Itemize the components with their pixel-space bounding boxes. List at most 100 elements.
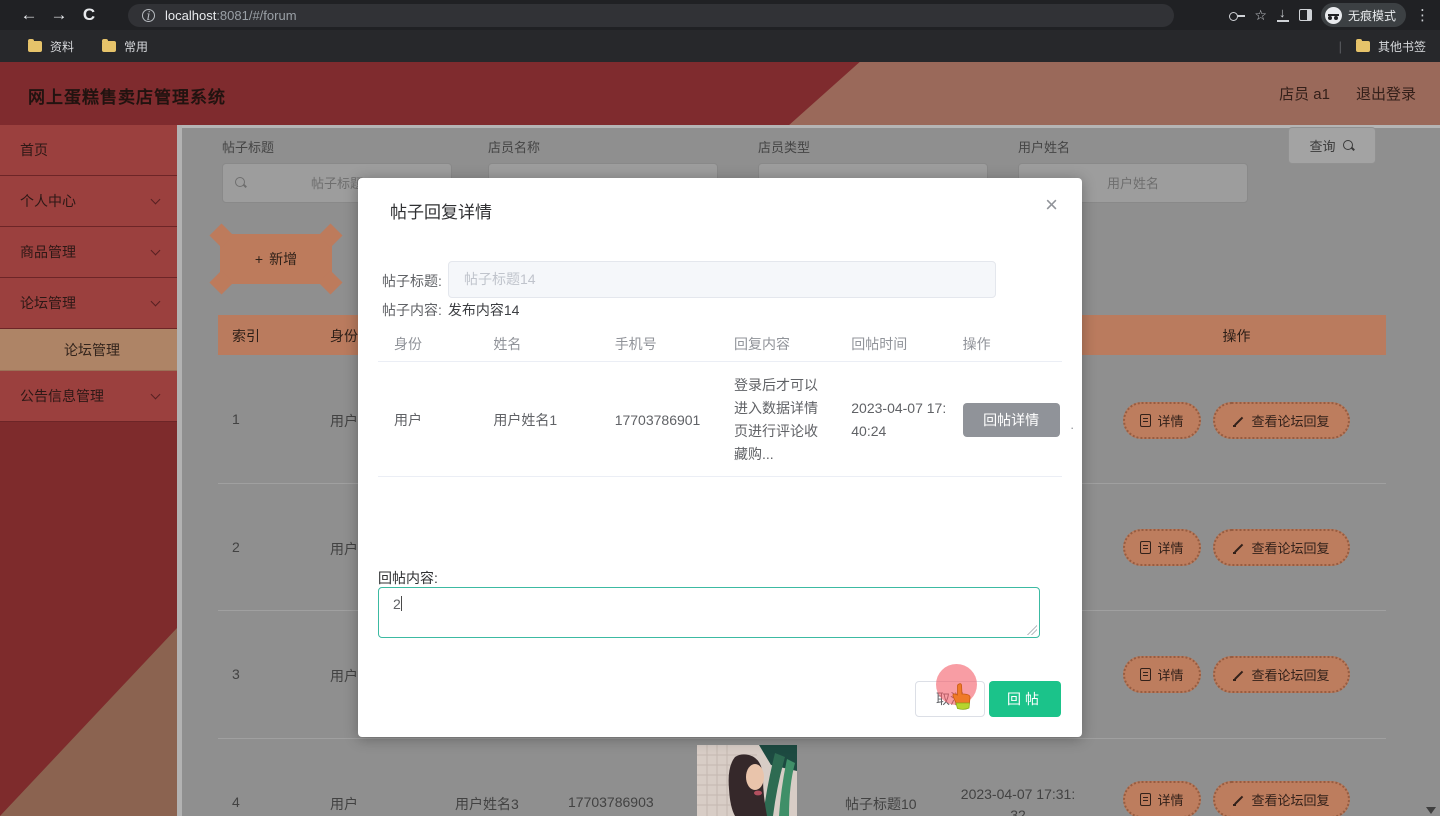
add-button-corner	[318, 223, 342, 247]
view-forum-reply-button[interactable]: 查看论坛回复	[1213, 656, 1350, 693]
detail-button-label: 详情	[1157, 538, 1183, 557]
password-key-icon[interactable]	[1229, 11, 1245, 19]
plus-icon: +	[255, 251, 263, 267]
sidebar-subitem-forum-mgmt-active[interactable]: 论坛管理	[0, 329, 177, 371]
view-forum-reply-button[interactable]: 查看论坛回复	[1213, 529, 1350, 566]
screen: ← → C i localhost:8081/#/forum ☆ 无痕模式 ⋮ …	[0, 0, 1440, 816]
reply-table-row: 用户 用户姓名1 17703786901 登录后才可以进入数据详情页进行评论收藏…	[378, 363, 1062, 477]
side-panel-icon[interactable]	[1299, 9, 1312, 21]
add-button-label: 新增	[269, 249, 297, 269]
col-name: 姓名	[493, 330, 614, 361]
view-forum-reply-button[interactable]: 查看论坛回复	[1213, 402, 1350, 439]
folder-icon	[102, 41, 116, 52]
view-forum-reply-label: 查看论坛回复	[1251, 538, 1329, 557]
search-icon	[235, 177, 247, 189]
cell-identity: 用户	[330, 411, 358, 431]
other-bookmarks[interactable]: 其他书签	[1356, 38, 1426, 55]
sidebar-item-home[interactable]: 首页	[0, 125, 177, 176]
current-user-label: 店员 a1	[1279, 83, 1330, 104]
sidebar-item-announcement-mgmt[interactable]: 公告信息管理	[0, 371, 177, 422]
cell-index: 3	[232, 666, 240, 682]
sidebar-item-forum-mgmt[interactable]: 论坛管理	[0, 278, 177, 329]
app-header: 网上蛋糕售卖店管理系统 店员 a1 退出登录	[0, 62, 1440, 125]
pencil-icon	[1233, 415, 1245, 427]
download-icon[interactable]	[1276, 9, 1290, 22]
cell-post-time: 2023-04-07 17:31:32	[958, 784, 1078, 816]
filter-label-post-title: 帖子标题	[222, 137, 274, 156]
add-button-corner	[209, 223, 233, 247]
query-button[interactable]: 查询	[1288, 127, 1376, 164]
sidebar: 首页 个人中心 商品管理 论坛管理 论坛管理 公告信息管理	[0, 125, 177, 816]
detail-button[interactable]: 详情	[1123, 781, 1201, 816]
document-icon	[1140, 793, 1151, 806]
cell-index: 2	[232, 539, 240, 555]
col-phone: 手机号	[615, 330, 734, 361]
bookmark-label: 常用	[124, 38, 148, 55]
document-icon	[1140, 668, 1151, 681]
chevron-down-icon	[151, 390, 161, 400]
content-edge	[177, 125, 182, 816]
bookmark-folder-2[interactable]: 常用	[102, 38, 148, 55]
detail-button-label: 详情	[1157, 411, 1183, 430]
folder-icon	[28, 41, 42, 52]
column-header-identity: 身份	[330, 326, 358, 346]
app-title: 网上蛋糕售卖店管理系统	[28, 83, 226, 108]
view-forum-reply-label: 查看论坛回复	[1251, 665, 1329, 684]
logout-link[interactable]: 退出登录	[1356, 83, 1416, 104]
menu-dots-icon[interactable]: ⋮	[1415, 6, 1430, 24]
cell-index: 1	[232, 411, 240, 427]
row-divider	[218, 738, 1386, 739]
reply-content-value: 2	[393, 596, 401, 612]
detail-button[interactable]: 详情	[1123, 656, 1201, 693]
post-content-label: 帖子内容:	[382, 302, 442, 318]
reply-content-textarea[interactable]: 2	[378, 587, 1040, 638]
reply-submit-button[interactable]: 回帖	[989, 681, 1061, 717]
url-bar[interactable]: i localhost:8081/#/forum	[128, 4, 1174, 27]
pencil-icon	[1233, 794, 1245, 806]
close-icon[interactable]: ×	[1045, 192, 1058, 218]
cancel-button[interactable]: 取消	[915, 681, 985, 717]
query-button-label: 查询	[1309, 136, 1335, 155]
view-forum-reply-label: 查看论坛回复	[1251, 790, 1329, 809]
col-identity: 身份	[394, 330, 493, 361]
textarea-resize-handle[interactable]	[1027, 625, 1037, 635]
detail-button[interactable]: 详情	[1123, 529, 1201, 566]
incognito-label: 无痕模式	[1348, 7, 1396, 24]
cell-identity: 用户	[330, 539, 358, 559]
bookmark-folder-1[interactable]: 资料	[28, 38, 74, 55]
sidebar-item-label: 个人中心	[20, 191, 76, 211]
view-forum-reply-label: 查看论坛回复	[1251, 411, 1329, 430]
document-icon	[1140, 414, 1151, 427]
back-icon[interactable]: ←	[14, 5, 44, 25]
add-button-corner	[209, 270, 233, 294]
cell-name: 用户姓名1	[493, 410, 614, 430]
scrollbar-down-arrow[interactable]	[1426, 807, 1436, 814]
cell-index: 4	[232, 794, 240, 810]
page-info-icon[interactable]: i	[142, 9, 155, 22]
bookmark-label: 资料	[50, 38, 74, 55]
sidebar-item-product-mgmt[interactable]: 商品管理	[0, 227, 177, 278]
column-header-actions: 操作	[1154, 326, 1319, 346]
detail-button[interactable]: 详情	[1123, 402, 1201, 439]
add-button[interactable]: + 新增	[220, 234, 332, 284]
add-button-corner	[318, 270, 342, 294]
sidebar-item-personal-center[interactable]: 个人中心	[0, 176, 177, 227]
post-title-label: 帖子标题:	[382, 271, 442, 291]
cell-name: 用户姓名3	[455, 794, 519, 814]
reload-icon[interactable]: C	[74, 5, 104, 25]
avatar	[697, 745, 797, 816]
cell-reply-content: 登录后才可以进入数据详情页进行评论收藏购...	[734, 374, 822, 466]
sidebar-decoration	[0, 628, 177, 816]
post-reply-detail-dialog: 帖子回复详情 × 帖子标题: 帖子标题14 帖子内容:发布内容14 身份 姓名 …	[358, 178, 1082, 737]
view-forum-reply-button[interactable]: 查看论坛回复	[1213, 781, 1350, 816]
sidebar-item-label: 公告信息管理	[20, 386, 104, 406]
bookmark-star-icon[interactable]: ☆	[1254, 7, 1267, 24]
cell-phone: 17703786901	[615, 412, 734, 428]
reply-content-label: 回帖内容:	[378, 568, 438, 588]
forward-icon[interactable]: →	[44, 5, 74, 25]
reply-detail-button[interactable]: 回帖详情	[963, 403, 1060, 437]
bookmarks-divider: |	[1339, 39, 1342, 54]
filter-label-clerk-type: 店员类型	[758, 137, 810, 156]
cell-reply-time: 2023-04-07 17:40:24	[851, 397, 953, 443]
filter-label-user-name: 用户姓名	[1018, 137, 1070, 156]
